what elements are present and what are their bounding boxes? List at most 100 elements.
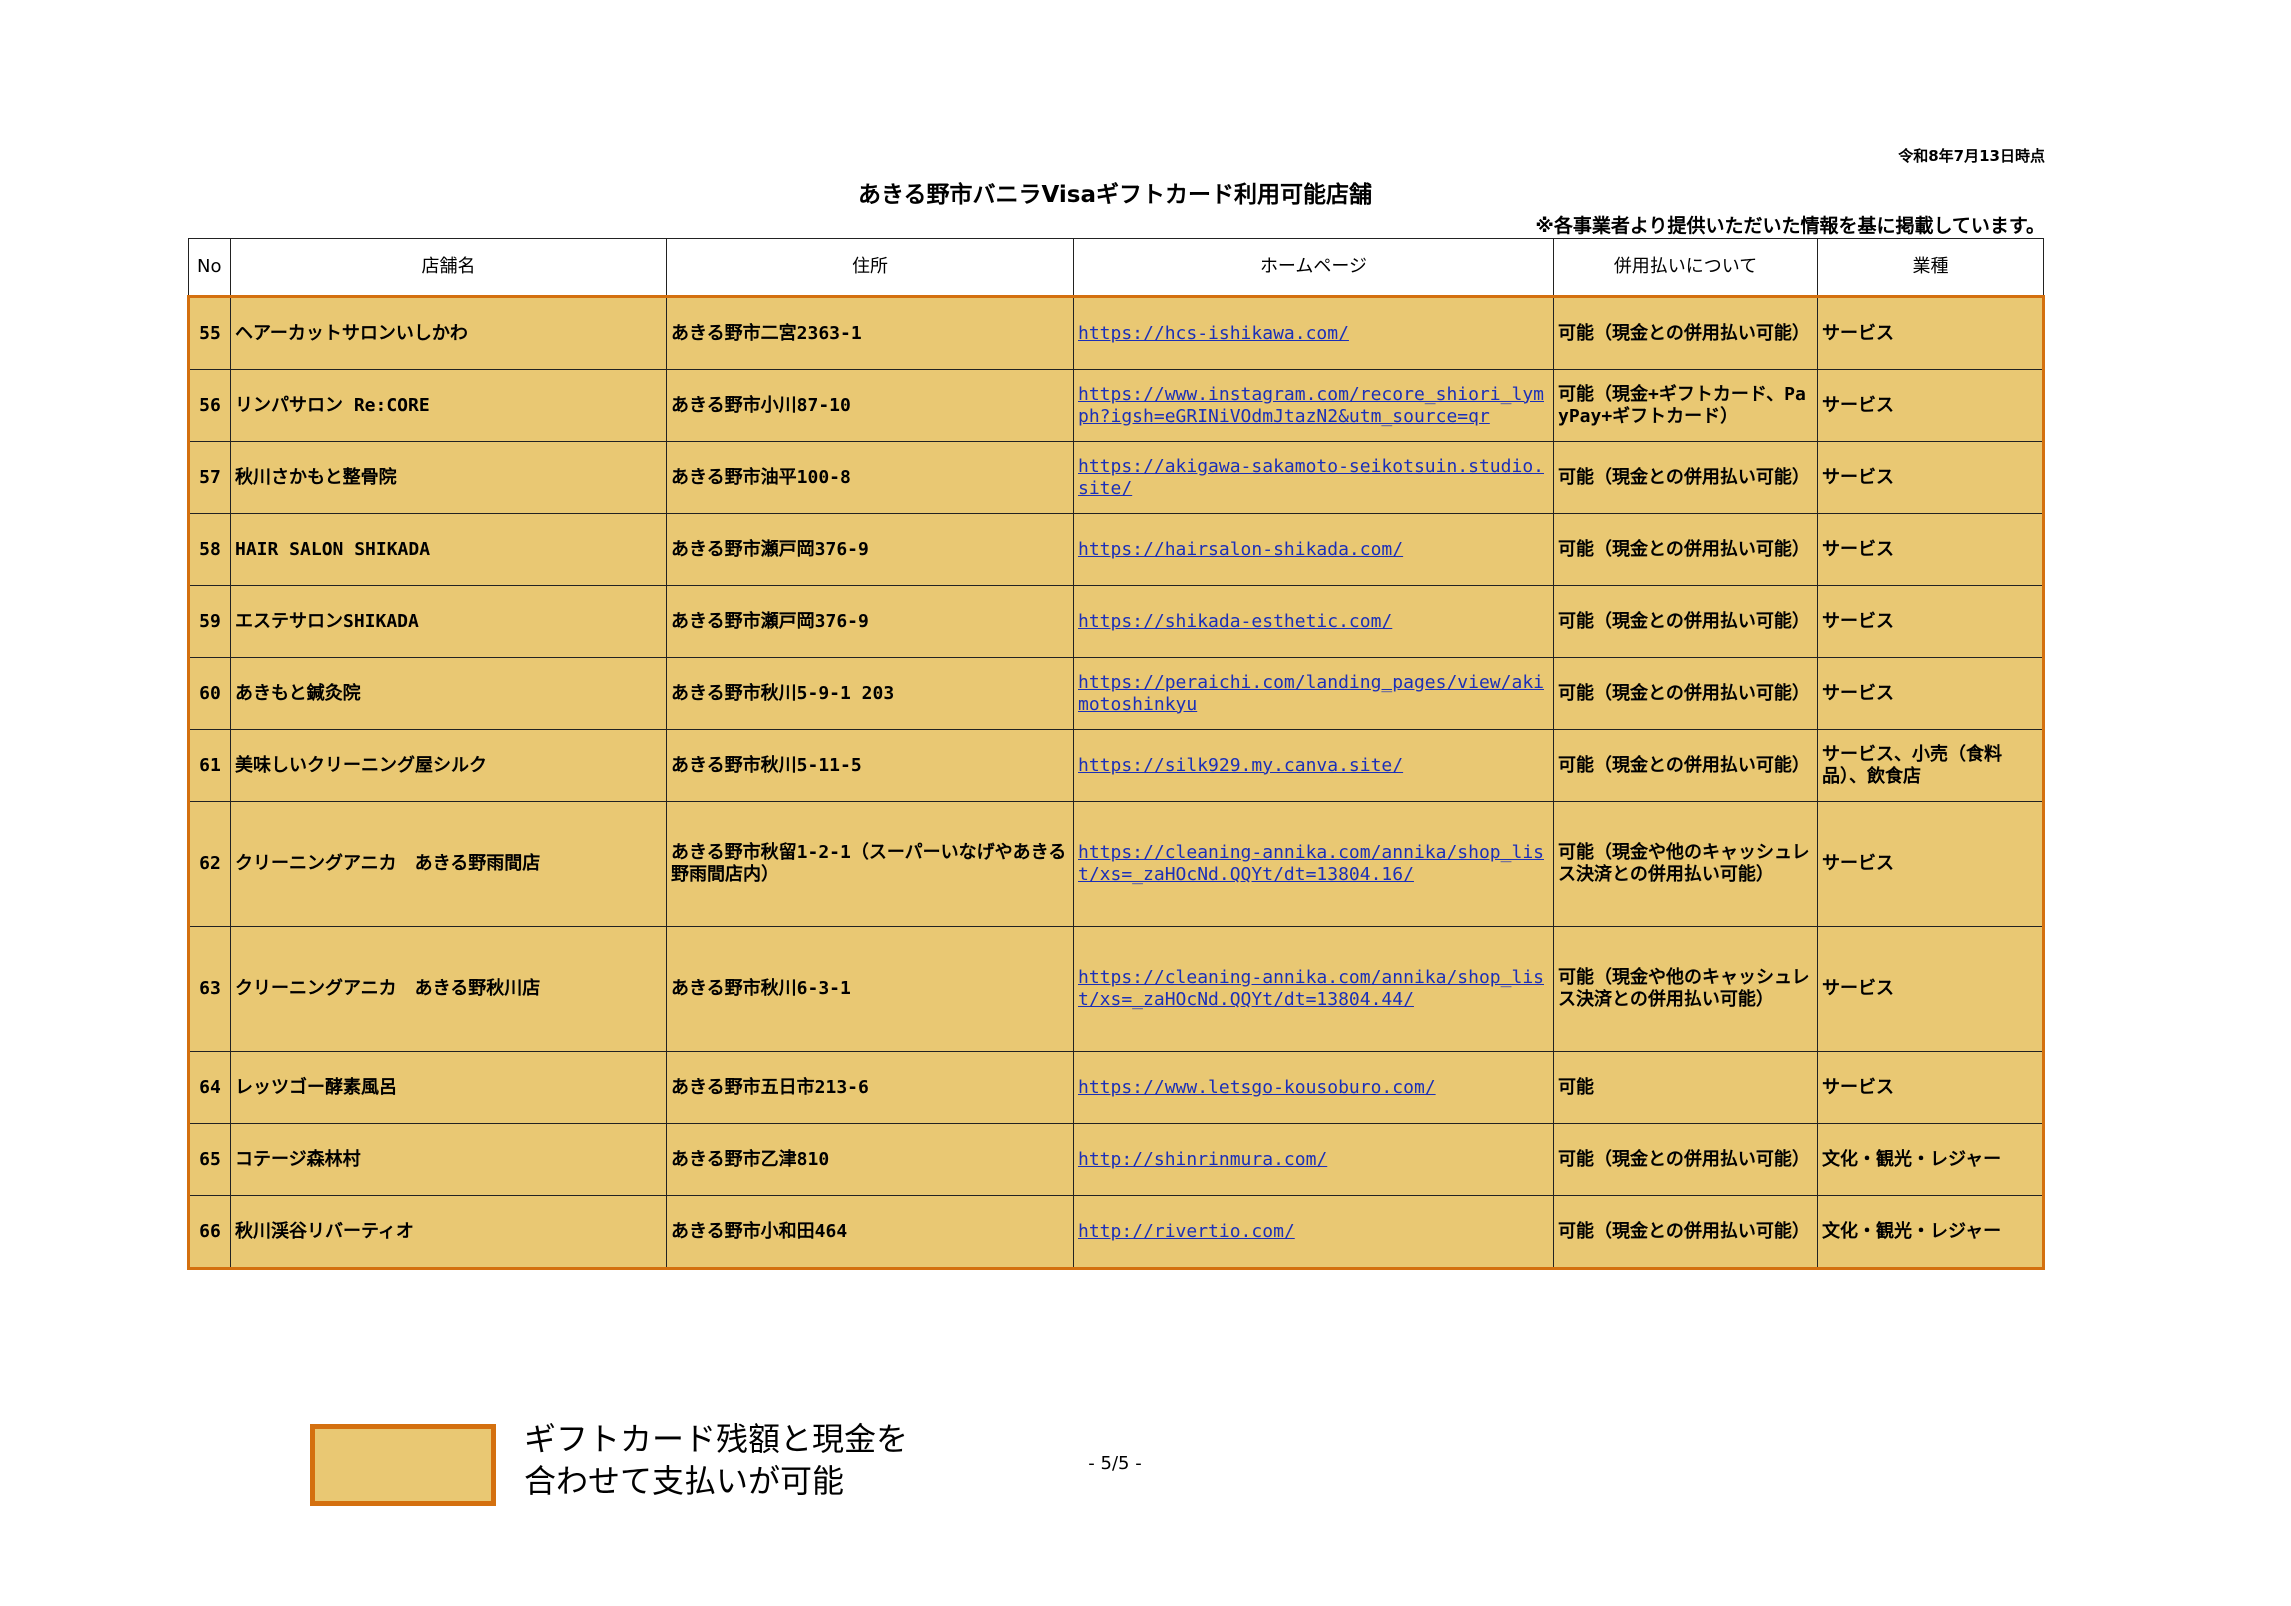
store-address: あきる野市乙津810 [666, 1123, 1074, 1196]
store-category: サービス [1817, 441, 2045, 514]
store-category: サービス [1817, 585, 2045, 658]
store-category: サービス [1817, 657, 2045, 730]
header-combined-payment: 併用払いについて [1553, 238, 1818, 297]
legend-text: ギフトカード残額と現金を 合わせて支払いが可能 [524, 1418, 984, 1502]
homepage-link[interactable]: https://cleaning-annika.com/annika/shop_… [1078, 842, 1544, 885]
header-category: 業種 [1817, 238, 2044, 297]
row-no: 60 [187, 657, 231, 730]
store-name: レッツゴー酵素風呂 [230, 1051, 667, 1124]
table-row: 65 コテージ森林村 あきる野市乙津810 http://shinrinmura… [187, 1123, 2045, 1196]
row-no: 62 [187, 801, 231, 927]
as-of-date: 令和8年7月13日時点 [1898, 147, 2045, 165]
store-address: あきる野市五日市213-6 [666, 1051, 1074, 1124]
row-no: 66 [187, 1195, 231, 1270]
store-address: あきる野市秋留1-2-1（スーパーいなげやあきる野雨間店内） [666, 801, 1074, 927]
row-no: 64 [187, 1051, 231, 1124]
store-category: サービス [1817, 1051, 2045, 1124]
store-address: あきる野市瀬戸岡376-9 [666, 585, 1074, 658]
combined-payment: 可能（現金との併用払い可能） [1553, 513, 1818, 586]
combined-payment: 可能（現金との併用払い可能） [1553, 441, 1818, 514]
store-category: 文化・観光・レジャー [1817, 1123, 2045, 1196]
store-category: サービス、小売（食料品）、飲食店 [1817, 729, 2045, 802]
store-address: あきる野市秋川5-11-5 [666, 729, 1074, 802]
store-name: クリーニングアニカ あきる野雨間店 [230, 801, 667, 927]
store-address: あきる野市小川87-10 [666, 369, 1074, 442]
combined-payment: 可能（現金や他のキャッシュレス決済との併用払い可能） [1553, 926, 1818, 1052]
store-category: サービス [1817, 801, 2045, 927]
store-name: コテージ森林村 [230, 1123, 667, 1196]
source-note: ※各事業者より提供いただいた情報を基に掲載しています。 [1535, 215, 2045, 237]
store-category: サービス [1817, 513, 2045, 586]
combined-payment: 可能（現金や他のキャッシュレス決済との併用払い可能） [1553, 801, 1818, 927]
combined-payment: 可能（現金との併用払い可能） [1553, 1123, 1818, 1196]
combined-payment: 可能（現金との併用払い可能） [1553, 657, 1818, 730]
row-no: 65 [187, 1123, 231, 1196]
store-category: サービス [1817, 926, 2045, 1052]
header-address: 住所 [666, 238, 1074, 297]
table-row: 59 エステサロンSHIKADA あきる野市瀬戸岡376-9 https://s… [187, 585, 2045, 658]
table-row: 61 美味しいクリーニング屋シルク あきる野市秋川5-11-5 https://… [187, 729, 2045, 802]
combined-payment: 可能 [1553, 1051, 1818, 1124]
homepage-link[interactable]: https://hcs-ishikawa.com/ [1078, 323, 1349, 344]
table-row: 60 あきもと鍼灸院 あきる野市秋川5-9-1 203 https://pera… [187, 657, 2045, 730]
table-row: 57 秋川さかもと整骨院 あきる野市油平100-8 https://akigaw… [187, 441, 2045, 514]
legend-swatch [310, 1424, 496, 1506]
homepage-link[interactable]: https://cleaning-annika.com/annika/shop_… [1078, 967, 1544, 1010]
homepage-link[interactable]: https://www.instagram.com/recore_shiori_… [1078, 384, 1544, 427]
legend-line-2: 合わせて支払いが可能 [524, 1462, 845, 1500]
store-category: サービス [1817, 369, 2045, 442]
header-homepage: ホームページ [1073, 238, 1554, 297]
store-name: リンパサロン Re:CORE [230, 369, 667, 442]
combined-payment: 可能（現金との併用払い可能） [1553, 729, 1818, 802]
table-header-row: No 店舗名 住所 ホームページ 併用払いについて 業種 [188, 238, 2044, 297]
homepage-link[interactable]: http://rivertio.com/ [1078, 1221, 1295, 1242]
stores-table: No 店舗名 住所 ホームページ 併用払いについて 業種 55 ヘアーカットサロ… [187, 238, 2045, 1270]
row-no: 56 [187, 369, 231, 442]
combined-payment: 可能（現金との併用払い可能） [1553, 1195, 1818, 1270]
row-no: 61 [187, 729, 231, 802]
homepage-link[interactable]: http://shinrinmura.com/ [1078, 1149, 1327, 1170]
row-no: 63 [187, 926, 231, 1052]
table-row: 64 レッツゴー酵素風呂 あきる野市五日市213-6 https://www.l… [187, 1051, 2045, 1124]
table-row: 62 クリーニングアニカ あきる野雨間店 あきる野市秋留1-2-1（スーパーいな… [187, 801, 2045, 927]
legend-line-1: ギフトカード残額と現金を [524, 1420, 909, 1458]
table-row: 63 クリーニングアニカ あきる野秋川店 あきる野市秋川6-3-1 https:… [187, 926, 2045, 1052]
row-no: 59 [187, 585, 231, 658]
combined-payment: 可能（現金+ギフトカード、PayPay+ギフトカード） [1553, 369, 1818, 442]
store-address: あきる野市小和田464 [666, 1195, 1074, 1270]
table-row: 56 リンパサロン Re:CORE あきる野市小川87-10 https://w… [187, 369, 2045, 442]
homepage-link[interactable]: https://shikada-esthetic.com/ [1078, 611, 1392, 632]
header-store-name: 店舗名 [230, 238, 667, 297]
store-name: 秋川渓谷リバーティオ [230, 1195, 667, 1270]
store-name: 秋川さかもと整骨院 [230, 441, 667, 514]
store-address: あきる野市瀬戸岡376-9 [666, 513, 1074, 586]
store-name: 美味しいクリーニング屋シルク [230, 729, 667, 802]
store-name: ヘアーカットサロンいしかわ [230, 295, 667, 370]
store-address: あきる野市秋川5-9-1 203 [666, 657, 1074, 730]
row-no: 58 [187, 513, 231, 586]
homepage-link[interactable]: https://peraichi.com/landing_pages/view/… [1078, 672, 1544, 715]
row-no: 57 [187, 441, 231, 514]
page-number: - 5/5 - [1088, 1453, 1142, 1474]
homepage-link[interactable]: https://www.letsgo-kousoburo.com/ [1078, 1077, 1436, 1098]
store-address: あきる野市油平100-8 [666, 441, 1074, 514]
homepage-link[interactable]: https://akigawa-sakamoto-seikotsuin.stud… [1078, 456, 1544, 499]
combined-payment: 可能（現金との併用払い可能） [1553, 295, 1818, 370]
row-no: 55 [187, 295, 231, 370]
store-name: あきもと鍼灸院 [230, 657, 667, 730]
store-address: あきる野市二宮2363-1 [666, 295, 1074, 370]
store-category: サービス [1817, 295, 2045, 370]
table-row: 55 ヘアーカットサロンいしかわ あきる野市二宮2363-1 https://h… [187, 295, 2045, 370]
store-name: クリーニングアニカ あきる野秋川店 [230, 926, 667, 1052]
page-title: あきる野市バニラVisaギフトカード利用可能店舗 [857, 182, 1373, 208]
store-name: エステサロンSHIKADA [230, 585, 667, 658]
table-row: 58 HAIR SALON SHIKADA あきる野市瀬戸岡376-9 http… [187, 513, 2045, 586]
store-name: HAIR SALON SHIKADA [230, 513, 667, 586]
homepage-link[interactable]: https://hairsalon-shikada.com/ [1078, 539, 1403, 560]
combined-payment: 可能（現金との併用払い可能） [1553, 585, 1818, 658]
header-no: No [188, 238, 231, 297]
store-address: あきる野市秋川6-3-1 [666, 926, 1074, 1052]
table-row: 66 秋川渓谷リバーティオ あきる野市小和田464 http://riverti… [187, 1195, 2045, 1270]
store-category: 文化・観光・レジャー [1817, 1195, 2045, 1270]
homepage-link[interactable]: https://silk929.my.canva.site/ [1078, 755, 1403, 776]
